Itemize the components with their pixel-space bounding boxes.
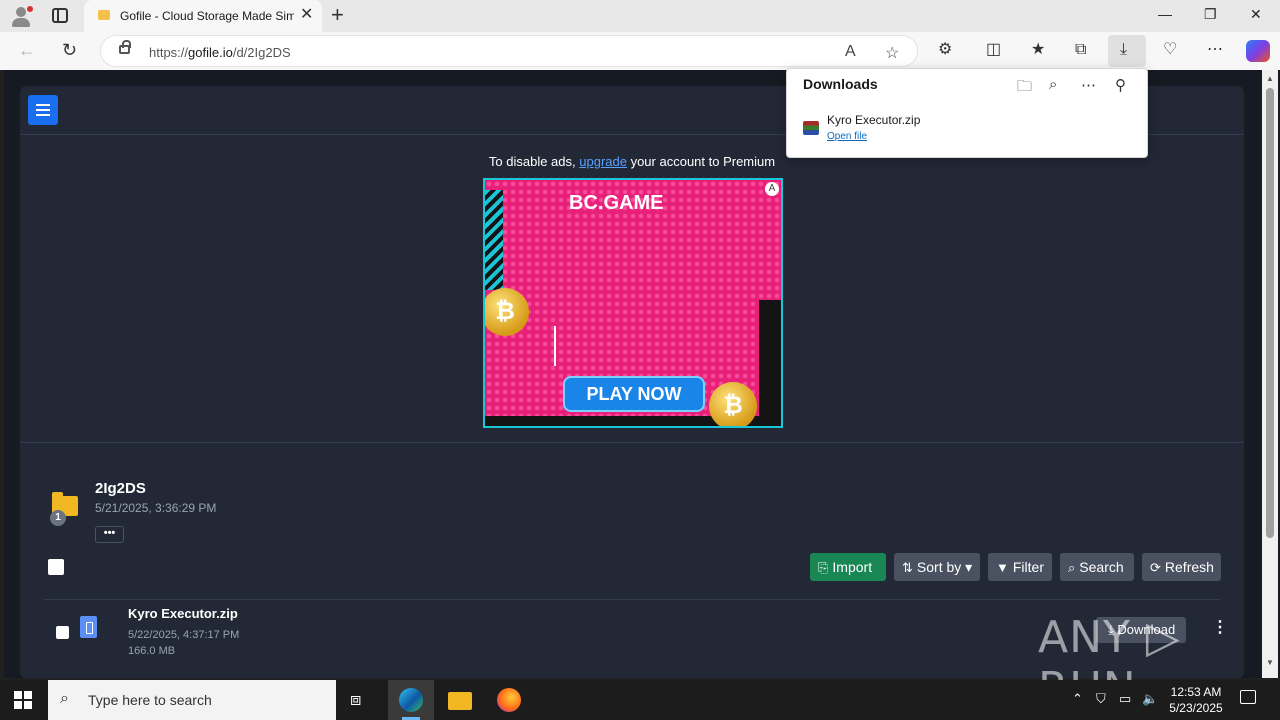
search-downloads-icon[interactable]: ⌕ xyxy=(1049,76,1057,93)
reload-icon[interactable]: ↻ xyxy=(62,40,77,60)
clock-date: 5/23/2025 xyxy=(1169,701,1223,715)
select-all-checkbox[interactable] xyxy=(48,559,64,575)
open-file-link[interactable]: Open file xyxy=(827,131,867,142)
downloads-button[interactable]: ⤓ xyxy=(1108,35,1146,67)
file-explorer-icon[interactable] xyxy=(448,692,472,710)
ad-cursor xyxy=(554,326,556,366)
tab-close-icon[interactable]: ✕ xyxy=(300,7,313,23)
clock-time: 12:53 AM xyxy=(1170,685,1222,699)
filter-button[interactable]: ▼ Filter xyxy=(988,553,1052,581)
search-button[interactable]: ⌕ Search xyxy=(1060,553,1134,581)
bitcoin-coin-icon: ₿ xyxy=(709,382,757,426)
upgrade-link[interactable]: upgrade xyxy=(579,154,627,169)
notifications-icon[interactable] xyxy=(1240,690,1256,704)
gofile-page: To disable ads, upgrade your account to … xyxy=(20,86,1244,678)
edge-icon xyxy=(399,688,423,712)
sort-icon: ⇅ xyxy=(902,560,913,575)
folder-name: 2Ig2DS xyxy=(95,480,146,497)
show-hidden-icons-icon[interactable]: ⌃ xyxy=(1072,691,1083,707)
page-scrollbar[interactable]: ▲ ▼ xyxy=(1262,70,1278,678)
import-button[interactable]: ⎘ Import xyxy=(810,553,886,581)
gofile-favicon-icon xyxy=(98,10,110,20)
copilot-icon[interactable] xyxy=(1246,40,1270,62)
sort-by-button[interactable]: ⇅ Sort by ▾ xyxy=(894,553,980,581)
bitcoin-coin-icon: ₿ xyxy=(485,288,529,336)
task-view-icon[interactable]: ⧈ xyxy=(350,689,361,710)
new-tab-button[interactable]: + xyxy=(331,4,344,26)
minimize-button[interactable]: — xyxy=(1158,6,1172,22)
tab-actions-icon[interactable] xyxy=(52,8,68,23)
search-icon: ⌕ xyxy=(1068,560,1076,575)
folder-date: 5/21/2025, 3:36:29 PM xyxy=(95,501,217,515)
collections-icon[interactable]: ⧉ xyxy=(1075,41,1086,59)
scroll-up-icon[interactable]: ▲ xyxy=(1266,74,1274,83)
taskbar-search-placeholder: Type here to search xyxy=(88,692,212,708)
url-text[interactable]: https://gofile.io/d/2Ig2DS xyxy=(149,45,291,60)
split-screen-icon[interactable]: ◫ xyxy=(986,41,1001,59)
download-arrow-icon: ⤓ xyxy=(1120,41,1128,58)
close-window-button[interactable]: ✕ xyxy=(1250,6,1262,23)
browser-essentials-icon[interactable]: ♡ xyxy=(1163,41,1177,59)
file-checkbox[interactable] xyxy=(56,626,69,639)
tab-gofile[interactable]: Gofile - Cloud Storage Made Simple ✕ xyxy=(84,0,322,32)
archive-file-icon xyxy=(803,121,819,135)
security-icon[interactable]: ⛉ xyxy=(1096,691,1106,707)
zip-file-icon xyxy=(80,616,97,638)
network-icon[interactable]: ▭ xyxy=(1119,691,1131,707)
address-bar[interactable]: https://gofile.io/d/2Ig2DS A ☆ xyxy=(100,35,918,67)
import-icon: ⎘ xyxy=(818,560,829,575)
ad-brand-vertical: BC.GAME xyxy=(779,339,783,410)
tab-title: Gofile - Cloud Storage Made Simple xyxy=(120,9,294,23)
scrollbar-thumb[interactable] xyxy=(1266,88,1274,538)
page-viewport: To disable ads, upgrade your account to … xyxy=(4,70,1280,678)
file-size: 166.0 MB xyxy=(128,645,176,657)
tab-strip: Gofile - Cloud Storage Made Simple ✕ + —… xyxy=(0,0,1280,32)
volume-icon[interactable]: 🔈 xyxy=(1142,691,1158,707)
folder-count-badge: 1 xyxy=(50,510,66,526)
browser-toolbar: ← ↻ https://gofile.io/d/2Ig2DS A ☆ ⚙ ◫ ★… xyxy=(0,32,1280,70)
folder-more-button[interactable]: ••• xyxy=(95,526,124,543)
favorites-icon[interactable]: ★ xyxy=(1031,41,1045,59)
firefox-icon[interactable] xyxy=(497,688,521,712)
downloads-panel: Downloads 🗀 ⌕ ⋯ ⚲ Kyro Executor.zip Open… xyxy=(786,68,1148,158)
file-date: 5/22/2025, 4:37:17 PM xyxy=(128,629,240,641)
advertisement-banner[interactable]: BC.GAME BC.GAME ₿ ₿ PLAY NOW A xyxy=(483,178,783,428)
search-icon: ⌕ xyxy=(60,690,69,707)
downloads-title: Downloads xyxy=(803,76,878,92)
download-item-name[interactable]: Kyro Executor.zip xyxy=(827,113,920,127)
windows-taskbar: ⌕ Type here to search ⧈ ⌃ ⛉ ▭ 🔈 12:53 AM… xyxy=(0,680,1280,720)
refresh-icon: ⟳ xyxy=(1150,560,1161,575)
adchoices-icon[interactable]: A xyxy=(765,182,779,196)
taskbar-search-box[interactable]: ⌕ Type here to search xyxy=(48,680,336,720)
open-folder-icon[interactable]: 🗀 xyxy=(1017,76,1032,101)
profile-avatar-icon[interactable] xyxy=(10,6,33,28)
file-name[interactable]: Kyro Executor.zip xyxy=(128,606,238,621)
favorite-star-icon[interactable]: ☆ xyxy=(885,43,899,63)
filter-icon: ▼ xyxy=(996,560,1009,575)
refresh-button[interactable]: ⟳ Refresh xyxy=(1142,553,1221,581)
taskbar-edge-button[interactable] xyxy=(388,680,434,720)
ad-brand: BC.GAME xyxy=(569,192,664,214)
more-options-icon[interactable]: ⋯ xyxy=(1081,76,1096,94)
ad-divider xyxy=(20,442,1244,443)
back-arrow-icon[interactable]: ← xyxy=(18,40,36,60)
taskbar-clock[interactable]: 12:53 AM 5/23/2025 xyxy=(1164,684,1228,716)
pin-icon[interactable]: ⚲ xyxy=(1115,76,1126,94)
read-aloud-icon[interactable]: A xyxy=(845,43,856,61)
ad-play-now-button[interactable]: PLAY NOW xyxy=(563,376,705,412)
restore-button[interactable]: ❐ xyxy=(1204,6,1217,23)
lock-icon[interactable] xyxy=(119,40,131,54)
extensions-icon[interactable]: ⚙ xyxy=(938,41,952,59)
settings-more-icon[interactable]: ⋯ xyxy=(1207,41,1223,59)
windows-start-icon[interactable] xyxy=(14,691,32,709)
menu-hamburger-button[interactable] xyxy=(28,95,58,125)
